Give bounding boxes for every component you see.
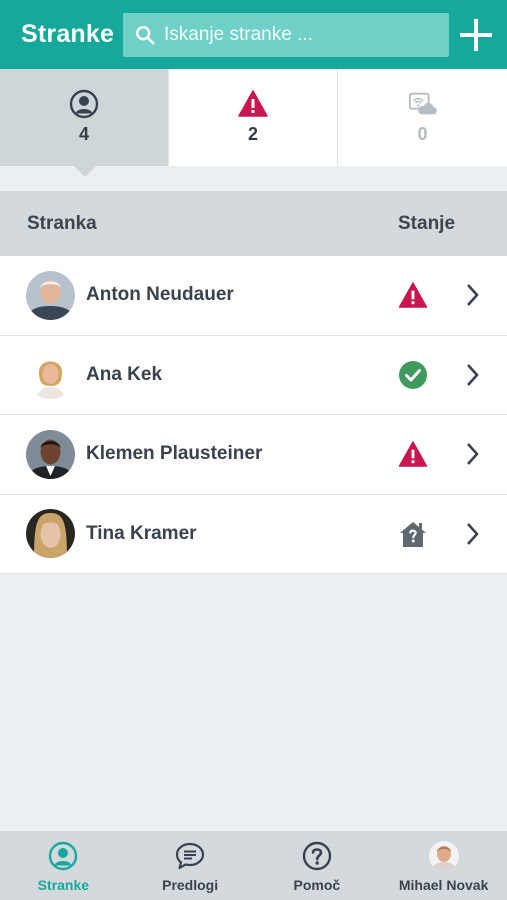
filter-tab-warnings[interactable]: 2 (169, 69, 338, 166)
filter-tab-offline[interactable]: 0 (338, 69, 507, 166)
column-header-client: Stranka (27, 212, 97, 234)
client-name: Anton Neudauer (86, 284, 234, 306)
search-icon (136, 26, 155, 45)
avatar (26, 350, 75, 400)
chevron-right-icon (467, 522, 479, 545)
add-client-button[interactable] (458, 17, 494, 53)
nav-label: Predlogi (162, 877, 219, 893)
page-title: Stranke (21, 20, 115, 48)
bottom-navigation: Stranke Predlogi Pomoč Mihael Novak (0, 831, 507, 900)
client-name: Klemen Plausteiner (86, 443, 263, 465)
avatar (26, 270, 75, 320)
warning-icon (238, 89, 268, 119)
nav-item-clients[interactable]: Stranke (0, 831, 127, 900)
client-row[interactable]: Ana Kek (0, 335, 507, 415)
filter-count-all: 4 (78, 124, 89, 144)
warning-icon (397, 279, 429, 311)
user-circle-icon (69, 89, 99, 119)
avatar (26, 509, 75, 559)
chat-bubble-icon (175, 841, 205, 871)
user-circle-icon (48, 841, 78, 871)
client-name: Tina Kramer (86, 522, 197, 544)
top-app-bar: Stranke (0, 0, 507, 69)
warning-icon (397, 438, 429, 470)
house-alert-icon (397, 518, 429, 550)
filter-tabs: 4 2 0 (0, 69, 507, 177)
search-box[interactable] (123, 13, 449, 57)
filter-count-warnings: 2 (247, 124, 258, 144)
nav-label: Pomoč (293, 877, 341, 893)
client-name: Ana Kek (86, 363, 163, 385)
client-table-header: Stranka Stanje (0, 191, 507, 256)
avatar (428, 841, 459, 871)
chevron-right-icon (467, 363, 479, 386)
avatar (26, 429, 75, 479)
client-list: Anton Neudauer Ana Kek Klemen Plausteine… (0, 256, 507, 574)
chevron-right-icon (467, 443, 479, 466)
nav-item-templates[interactable]: Predlogi (127, 831, 254, 900)
filter-count-offline: 0 (417, 124, 428, 144)
nav-item-help[interactable]: Pomoč (254, 831, 381, 900)
client-row[interactable]: Tina Kramer (0, 494, 507, 574)
search-input[interactable] (164, 24, 434, 46)
check-circle-icon (397, 359, 429, 391)
nav-label: Mihael Novak (398, 877, 489, 893)
nav-item-profile[interactable]: Mihael Novak (380, 831, 507, 900)
offline-cloud-icon (408, 89, 438, 119)
filter-tab-all[interactable]: 4 (0, 69, 169, 177)
column-header-state: Stanje (398, 212, 456, 234)
client-row[interactable]: Klemen Plausteiner (0, 415, 507, 495)
help-circle-icon (302, 841, 332, 871)
chevron-right-icon (467, 284, 479, 307)
nav-label: Stranke (37, 877, 90, 893)
client-row[interactable]: Anton Neudauer (0, 256, 507, 336)
